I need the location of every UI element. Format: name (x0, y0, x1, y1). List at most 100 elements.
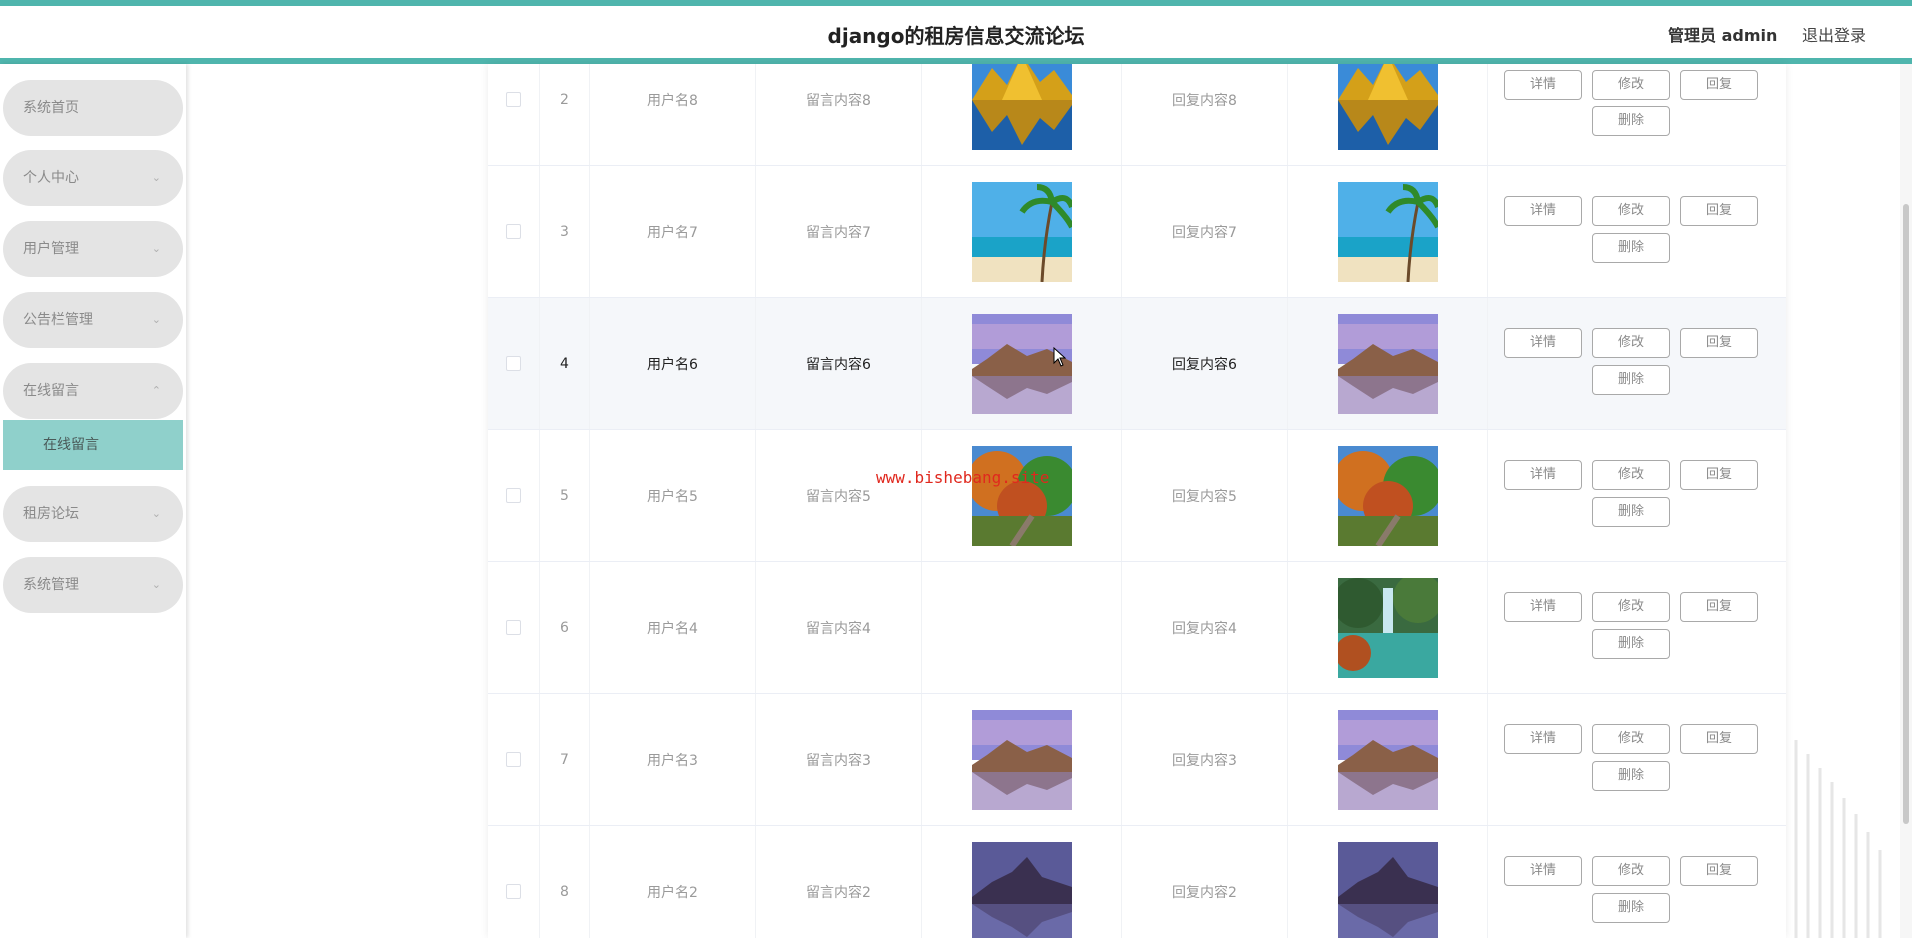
delete-button[interactable]: 删除 (1592, 365, 1670, 395)
row-checkbox[interactable] (506, 224, 521, 239)
reply-button[interactable]: 回复 (1680, 592, 1758, 622)
row-username: 用户名2 (590, 826, 756, 938)
watermark-text: www.bishebang.site (876, 468, 1050, 487)
edit-button[interactable]: 修改 (1592, 328, 1670, 358)
edit-button[interactable]: 修改 (1592, 592, 1670, 622)
row-checkbox[interactable] (506, 752, 521, 767)
sidebar-item-label: 系统首页 (23, 100, 79, 116)
edit-button[interactable]: 修改 (1592, 724, 1670, 754)
detail-button[interactable]: 详情 (1504, 328, 1582, 358)
row-checkbox[interactable] (506, 620, 521, 635)
row-actions: 详情 修改 回复 删除 (1488, 166, 1786, 297)
row-message: 留言内容2 (756, 826, 922, 938)
detail-button[interactable]: 详情 (1504, 460, 1582, 490)
detail-button[interactable]: 详情 (1504, 70, 1582, 100)
message-image (972, 446, 1072, 546)
site-title: django的租房信息交流论坛 (827, 24, 1085, 48)
edit-button[interactable]: 修改 (1592, 856, 1670, 886)
row-select-cell (488, 826, 540, 938)
sidebar-item-online-message[interactable]: 在线留言 ⌃ (3, 363, 183, 419)
sidebar-item-label: 公告栏管理 (23, 312, 93, 328)
mouse-cursor-icon (1053, 347, 1067, 367)
row-message-image-cell (922, 826, 1122, 938)
logout-link[interactable]: 退出登录 (1802, 22, 1866, 46)
reply-image (1338, 842, 1438, 938)
sidebar-item-label: 个人中心 (23, 170, 79, 186)
row-username: 用户名7 (590, 166, 756, 297)
row-message-image-cell (922, 64, 1122, 165)
reply-button[interactable]: 回复 (1680, 460, 1758, 490)
sidebar-item-system-management[interactable]: 系统管理 ⌄ (3, 557, 183, 613)
delete-button[interactable]: 删除 (1592, 497, 1670, 527)
table-row: 7 用户名3 留言内容3 回复内容3 详情 修改 回复 删除 (488, 694, 1786, 826)
reply-button[interactable]: 回复 (1680, 196, 1758, 226)
sidebar-item-notice-management[interactable]: 公告栏管理 ⌄ (3, 292, 183, 348)
chevron-down-icon: ⌄ (151, 313, 161, 326)
sidebar-item-personal-center[interactable]: 个人中心 ⌄ (3, 150, 183, 206)
reply-button[interactable]: 回复 (1680, 328, 1758, 358)
row-reply-image-cell (1288, 166, 1488, 297)
delete-button[interactable]: 删除 (1592, 629, 1670, 659)
sidebar-item-user-management[interactable]: 用户管理 ⌄ (3, 221, 183, 277)
row-username: 用户名5 (590, 430, 756, 561)
submenu-item-online-message[interactable]: 在线留言 (3, 420, 183, 470)
row-index: 6 (540, 562, 590, 693)
message-image (972, 182, 1072, 282)
sidebar-item-label: 在线留言 (23, 383, 79, 399)
row-actions: 详情 修改 回复 删除 (1488, 298, 1786, 429)
row-actions: 详情 修改 回复 删除 (1488, 64, 1786, 165)
row-reply-image-cell (1288, 694, 1488, 825)
row-message-image-cell (922, 430, 1122, 561)
edit-button[interactable]: 修改 (1592, 460, 1670, 490)
sidebar-menu: 系统首页 个人中心 ⌄ 用户管理 ⌄ 公告栏管理 ⌄ 在线留言 ⌃ 在线留言 租… (0, 64, 186, 938)
row-message-image-cell (922, 298, 1122, 429)
row-message: 留言内容4 (756, 562, 922, 693)
row-checkbox[interactable] (506, 884, 521, 899)
row-actions: 详情 修改 回复 删除 (1488, 826, 1786, 938)
row-username: 用户名6 (590, 298, 756, 429)
delete-button[interactable]: 删除 (1592, 761, 1670, 791)
row-select-cell (488, 64, 540, 165)
row-message: 留言内容3 (756, 694, 922, 825)
row-message-image-cell (922, 166, 1122, 297)
row-reply: 回复内容8 (1122, 64, 1288, 165)
row-message: 留言内容5 (756, 430, 922, 561)
row-reply: 回复内容2 (1122, 826, 1288, 938)
reply-button[interactable]: 回复 (1680, 856, 1758, 886)
page-scrollbar[interactable] (1900, 64, 1912, 938)
row-reply: 回复内容7 (1122, 166, 1288, 297)
message-image (972, 710, 1072, 810)
table-row: 5 用户名5 留言内容5 回复内容5 详情 修改 回复 删除 (488, 430, 1786, 562)
reply-button[interactable]: 回复 (1680, 724, 1758, 754)
detail-button[interactable]: 详情 (1504, 856, 1582, 886)
top-header: django的租房信息交流论坛 管理员 admin 退出登录 (0, 0, 1912, 64)
delete-button[interactable]: 删除 (1592, 106, 1670, 136)
edit-button[interactable]: 修改 (1592, 70, 1670, 100)
row-checkbox[interactable] (506, 488, 521, 503)
row-checkbox[interactable] (506, 356, 521, 371)
decorative-lines (1794, 740, 1882, 938)
detail-button[interactable]: 详情 (1504, 592, 1582, 622)
delete-button[interactable]: 删除 (1592, 893, 1670, 923)
row-reply: 回复内容4 (1122, 562, 1288, 693)
row-message: 留言内容8 (756, 64, 922, 165)
row-message: 留言内容6 (756, 298, 922, 429)
edit-button[interactable]: 修改 (1592, 196, 1670, 226)
row-index: 3 (540, 166, 590, 297)
reply-image (1338, 182, 1438, 282)
reply-button[interactable]: 回复 (1680, 70, 1758, 100)
delete-button[interactable]: 删除 (1592, 233, 1670, 263)
sidebar-item-rental-forum[interactable]: 租房论坛 ⌄ (3, 486, 183, 542)
detail-button[interactable]: 详情 (1504, 724, 1582, 754)
row-checkbox[interactable] (506, 92, 521, 107)
row-index: 8 (540, 826, 590, 938)
detail-button[interactable]: 详情 (1504, 196, 1582, 226)
row-username: 用户名4 (590, 562, 756, 693)
scrollbar-thumb[interactable] (1903, 204, 1909, 824)
chevron-down-icon: ⌄ (151, 242, 161, 255)
sidebar-item-home[interactable]: 系统首页 (3, 80, 183, 136)
row-reply: 回复内容6 (1122, 298, 1288, 429)
row-index: 2 (540, 64, 590, 165)
row-actions: 详情 修改 回复 删除 (1488, 694, 1786, 825)
table-row: 6 用户名4 留言内容4 回复内容4 详情 修改 回复 删除 (488, 562, 1786, 694)
